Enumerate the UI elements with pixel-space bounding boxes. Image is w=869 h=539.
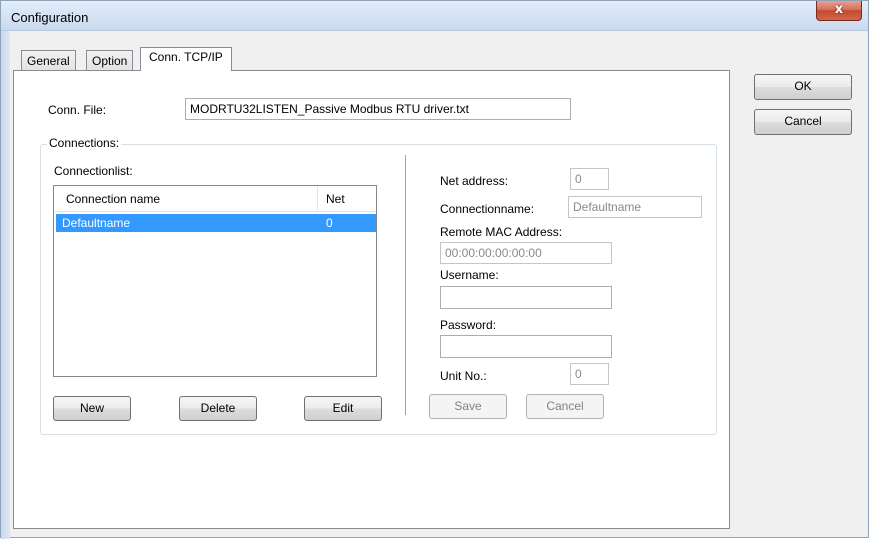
column-header-connection-name[interactable]: Connection name bbox=[60, 186, 316, 212]
close-icon: x bbox=[834, 2, 844, 17]
tab-option[interactable]: Option bbox=[86, 50, 134, 72]
remote-mac-value: 00:00:00:00:00:00 bbox=[445, 246, 542, 260]
delete-button-label: Delete bbox=[200, 401, 236, 415]
column-header-net[interactable]: Net bbox=[320, 186, 376, 212]
details-cancel-button[interactable]: Cancel bbox=[526, 394, 604, 419]
column-separator[interactable] bbox=[317, 186, 318, 212]
tab-conn-tcpip-label: Conn. TCP/IP bbox=[149, 50, 223, 64]
delete-button[interactable]: Delete bbox=[179, 396, 257, 421]
ok-button-label: OK bbox=[794, 79, 812, 93]
net-address-label: Net address: bbox=[440, 174, 509, 188]
conn-file-label: Conn. File: bbox=[48, 103, 107, 117]
ok-button[interactable]: OK bbox=[754, 74, 852, 100]
tab-general[interactable]: General bbox=[21, 50, 76, 72]
edit-button-label: Edit bbox=[332, 401, 354, 415]
row-connection-name: Defaultname bbox=[62, 216, 131, 230]
unit-no-value: 0 bbox=[575, 367, 582, 381]
save-button[interactable]: Save bbox=[429, 394, 507, 419]
tab-conn-tcpip[interactable]: Conn. TCP/IP bbox=[140, 47, 232, 71]
connection-list-header: Connection name Net bbox=[54, 186, 376, 212]
edit-button[interactable]: Edit bbox=[304, 396, 382, 421]
title-bar: Configuration x bbox=[1, 1, 868, 31]
conn-file-field[interactable]: MODRTU32LISTEN_Passive Modbus RTU driver… bbox=[185, 98, 571, 120]
close-button[interactable]: x bbox=[816, 1, 862, 21]
connectionname-label: Connectionname: bbox=[440, 202, 535, 216]
table-row[interactable]: Defaultname 0 bbox=[56, 214, 376, 232]
conn-file-value: MODRTU32LISTEN_Passive Modbus RTU driver… bbox=[190, 102, 469, 116]
password-label: Password: bbox=[440, 318, 497, 332]
connectionlist-label: Connectionlist: bbox=[54, 164, 133, 178]
net-address-field[interactable]: 0 bbox=[570, 168, 609, 190]
column-connection-name-label: Connection name bbox=[66, 192, 161, 206]
window-title: Configuration bbox=[11, 10, 89, 25]
remote-mac-label: Remote MAC Address: bbox=[440, 225, 563, 239]
row-net: 0 bbox=[326, 216, 333, 230]
details-cancel-button-label: Cancel bbox=[546, 399, 584, 413]
vertical-divider bbox=[405, 155, 406, 415]
new-button[interactable]: New bbox=[53, 396, 131, 421]
unit-no-field[interactable]: 0 bbox=[570, 363, 609, 385]
username-field[interactable] bbox=[440, 286, 612, 309]
window-left-edge bbox=[1, 31, 10, 539]
connectionname-value: Defaultname bbox=[573, 200, 642, 214]
username-label: Username: bbox=[440, 268, 499, 282]
dialog-cancel-button[interactable]: Cancel bbox=[754, 109, 852, 135]
connection-list[interactable]: Connection name Net Defaultname 0 bbox=[53, 185, 377, 377]
column-net-label: Net bbox=[326, 192, 345, 206]
remote-mac-field[interactable]: 00:00:00:00:00:00 bbox=[440, 242, 612, 264]
net-address-value: 0 bbox=[575, 172, 582, 186]
dialog-cancel-button-label: Cancel bbox=[784, 114, 822, 128]
connections-group-title: Connections: bbox=[47, 136, 122, 150]
unit-no-label: Unit No.: bbox=[440, 369, 487, 383]
new-button-label: New bbox=[79, 401, 104, 415]
connectionname-field[interactable]: Defaultname bbox=[568, 196, 702, 218]
tab-general-label: General bbox=[27, 54, 70, 68]
tab-option-label: Option bbox=[92, 54, 128, 68]
save-button-label: Save bbox=[454, 399, 482, 413]
password-field[interactable] bbox=[440, 335, 612, 358]
